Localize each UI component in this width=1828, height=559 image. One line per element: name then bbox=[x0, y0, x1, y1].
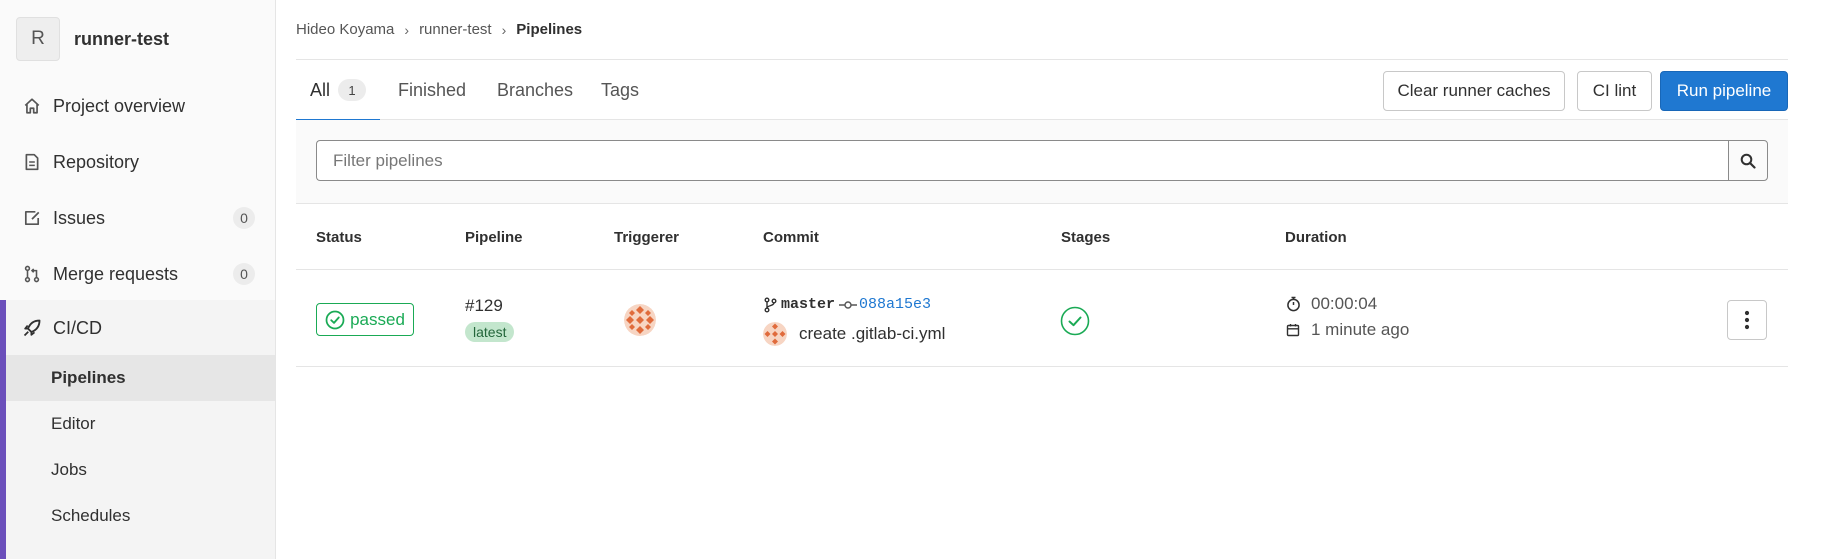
triggerer-avatar[interactable] bbox=[624, 304, 656, 336]
sidebar-item-cicd[interactable]: CI/CD bbox=[0, 300, 275, 356]
status-badge[interactable]: passed bbox=[316, 303, 414, 336]
sidebar-subitem-schedules[interactable]: Schedules bbox=[6, 493, 275, 539]
sidebar-subitem-editor[interactable]: Editor bbox=[6, 401, 275, 447]
sidebar-subitem-jobs[interactable]: Jobs bbox=[6, 447, 275, 493]
breadcrumb: Hideo Koyama › runner-test › Pipelines bbox=[296, 0, 1788, 60]
tab-tags[interactable]: Tags bbox=[601, 60, 639, 120]
sidebar-item-label: CI/CD bbox=[53, 317, 102, 338]
latest-badge: latest bbox=[465, 322, 515, 342]
breadcrumb-group[interactable]: Hideo Koyama bbox=[296, 21, 394, 38]
duration: 00:00:04 bbox=[1286, 294, 1377, 314]
pipeline-tabs: All 1 Finished Branches Tags Clear runne… bbox=[296, 60, 1788, 121]
commit-author-avatar[interactable] bbox=[763, 322, 787, 346]
branch-icon bbox=[763, 297, 777, 313]
tab-all[interactable]: All 1 bbox=[296, 60, 381, 121]
sidebar-item-project-overview[interactable]: Project overview bbox=[0, 78, 275, 134]
sidebar-item-label: Merge requests bbox=[53, 263, 179, 284]
clear-runner-caches-button[interactable]: Clear runner caches bbox=[1383, 71, 1565, 111]
status-success-icon bbox=[325, 310, 345, 330]
breadcrumb-project[interactable]: runner-test bbox=[419, 21, 492, 38]
column-header-stages: Stages bbox=[1061, 228, 1111, 246]
home-icon bbox=[20, 94, 44, 118]
finished-time: 1 minute ago bbox=[1286, 320, 1409, 340]
column-header-triggerer: Triggerer bbox=[614, 228, 680, 246]
sidebar-item-repository[interactable]: Repository bbox=[0, 134, 275, 190]
sidebar: R runner-test Project overview Repositor… bbox=[0, 0, 276, 559]
chevron-right-icon: › bbox=[501, 21, 507, 38]
column-header-commit: Commit bbox=[763, 228, 819, 246]
issues-icon bbox=[20, 206, 44, 230]
search-button[interactable] bbox=[1728, 140, 1768, 181]
table-header: Status Pipeline Triggerer Commit Stages … bbox=[296, 204, 1788, 270]
commit-icon bbox=[839, 299, 858, 311]
sidebar-item-issues[interactable]: Issues 0 bbox=[0, 190, 275, 246]
column-header-status: Status bbox=[316, 228, 362, 246]
breadcrumb-current[interactable]: Pipelines bbox=[516, 21, 582, 38]
merge-requests-count-badge: 0 bbox=[233, 263, 255, 285]
column-header-duration: Duration bbox=[1285, 228, 1347, 246]
stage-status-icon[interactable] bbox=[1060, 306, 1090, 341]
ci-lint-button[interactable]: CI lint bbox=[1577, 71, 1652, 111]
run-pipeline-button[interactable]: Run pipeline bbox=[1660, 71, 1788, 111]
sidebar-item-merge-requests[interactable]: Merge requests 0 bbox=[0, 246, 275, 302]
branch-name-link[interactable]: master bbox=[781, 296, 835, 313]
finished-time-text: 1 minute ago bbox=[1311, 320, 1410, 339]
table-row: passed #129 latest master 088a15e3 creat… bbox=[296, 270, 1788, 367]
more-actions-button[interactable] bbox=[1727, 300, 1767, 340]
status-text: passed bbox=[350, 309, 405, 329]
sidebar-item-label: Project overview bbox=[53, 95, 186, 116]
tab-finished[interactable]: Finished bbox=[398, 60, 466, 120]
tab-count-badge: 1 bbox=[338, 79, 367, 101]
column-header-pipeline: Pipeline bbox=[465, 228, 523, 246]
sidebar-section-cicd: CI/CD Pipelines Editor Jobs Schedules bbox=[0, 300, 275, 559]
rocket-icon bbox=[20, 316, 44, 340]
sidebar-subitem-pipelines[interactable]: Pipelines bbox=[6, 355, 275, 401]
calendar-icon bbox=[1286, 323, 1302, 337]
tab-branches[interactable]: Branches bbox=[497, 60, 573, 120]
search-icon bbox=[1740, 153, 1756, 169]
project-name[interactable]: runner-test bbox=[74, 29, 169, 50]
merge-request-icon bbox=[20, 262, 44, 286]
chevron-right-icon: › bbox=[404, 21, 410, 38]
tab-label: All bbox=[310, 79, 331, 100]
issues-count-badge: 0 bbox=[233, 207, 255, 229]
document-icon bbox=[20, 150, 44, 174]
commit-title-link[interactable]: create .gitlab-ci.yml bbox=[799, 324, 945, 344]
timer-icon bbox=[1286, 296, 1302, 312]
commit-ref: master 088a15e3 bbox=[763, 296, 931, 313]
duration-text: 00:00:04 bbox=[1311, 294, 1378, 313]
sidebar-item-label: Repository bbox=[53, 151, 140, 172]
filter-bar bbox=[296, 120, 1788, 204]
filter-pipelines-input[interactable] bbox=[316, 140, 1729, 181]
commit-sha-link[interactable]: 088a15e3 bbox=[859, 296, 931, 313]
kebab-menu-icon bbox=[1744, 310, 1750, 330]
main-content: Hideo Koyama › runner-test › Pipelines A… bbox=[296, 0, 1788, 367]
project-header[interactable]: R runner-test bbox=[0, 0, 275, 78]
project-avatar[interactable]: R bbox=[16, 17, 60, 61]
sidebar-item-label: Issues bbox=[53, 207, 106, 228]
pipeline-id-link[interactable]: #129 bbox=[465, 296, 503, 316]
commit-message: create .gitlab-ci.yml bbox=[763, 322, 945, 346]
